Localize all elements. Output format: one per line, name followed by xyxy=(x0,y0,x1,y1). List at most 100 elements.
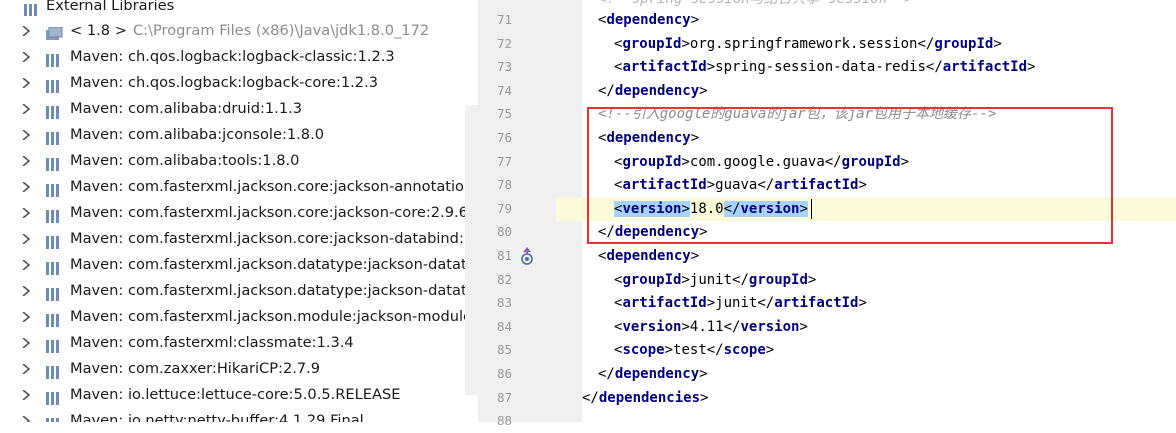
xml-tag: groupId xyxy=(622,35,682,52)
tree-label: Maven: com.fasterxml:classmate:1.3.4 xyxy=(70,334,354,351)
line-number: 86 xyxy=(496,366,512,381)
xml-value: org.springframework.session xyxy=(689,35,918,52)
library-icon xyxy=(46,50,63,67)
code-line-84[interactable]: <version>4.11</version> xyxy=(614,315,808,339)
code-line-72[interactable]: <groupId>org.springframework.session</gr… xyxy=(614,32,1002,56)
chevron-right-icon[interactable] xyxy=(20,356,34,382)
line-number: 79 xyxy=(496,200,512,216)
line-number: 78 xyxy=(496,177,512,193)
chevron-right-icon[interactable] xyxy=(20,44,34,70)
xml-tag: groupId xyxy=(934,35,994,52)
library-icon xyxy=(46,414,63,422)
library-icon xyxy=(46,180,63,197)
line-number: 82 xyxy=(496,271,512,287)
chevron-right-icon[interactable] xyxy=(20,330,34,356)
library-icon xyxy=(46,362,63,379)
xml-tag: artifactId xyxy=(622,295,707,312)
tree-scrollbar[interactable] xyxy=(465,105,478,395)
xml-tag: dependencies xyxy=(598,389,701,406)
xml-tag: scope xyxy=(723,342,766,359)
code-line-81[interactable]: <dependency> xyxy=(598,244,699,268)
chevron-right-icon[interactable] xyxy=(20,96,34,122)
library-icon xyxy=(46,102,63,119)
jdk-path: C:\Program Files (x86)\Java\jdk1.8.0_172 xyxy=(132,22,430,39)
library-icon xyxy=(46,232,63,249)
highlight-box xyxy=(587,107,1113,244)
xml-tag: dependency xyxy=(606,12,691,28)
xml-tag: groupId xyxy=(748,271,808,288)
line-number: 88 xyxy=(496,413,512,429)
xml-value: 4.11 xyxy=(689,318,724,335)
tree-label: Maven: com.alibaba:druid:1.1.3 xyxy=(70,100,303,117)
library-icon xyxy=(46,206,63,223)
line-number: 75 xyxy=(496,106,512,122)
chevron-right-icon[interactable] xyxy=(20,18,34,44)
xml-tag: artifactId xyxy=(622,59,707,76)
line-number: 84 xyxy=(496,318,512,334)
jdk-icon xyxy=(46,24,63,40)
chevron-right-icon[interactable] xyxy=(20,148,34,174)
tree-label: Maven: io.netty:netty-buffer:4.1.29.Fina… xyxy=(70,412,364,422)
line-number: 71 xyxy=(496,12,512,27)
chevron-right-icon[interactable] xyxy=(20,174,34,200)
chevron-right-icon[interactable] xyxy=(20,122,34,148)
xml-tag: dependency xyxy=(614,366,700,382)
chevron-right-icon[interactable] xyxy=(20,70,34,96)
line-number: 80 xyxy=(496,224,512,240)
tree-label: Maven: com.alibaba:jconsole:1.8.0 xyxy=(70,126,325,143)
jdk-version: < 1.8 > xyxy=(70,22,127,39)
library-icon xyxy=(46,154,63,171)
xml-value: test xyxy=(673,342,707,359)
xml-tag: artifactId xyxy=(942,59,1028,76)
library-icon xyxy=(46,128,63,145)
library-icon xyxy=(46,388,63,405)
chevron-right-icon[interactable] xyxy=(20,252,34,278)
code-line-86[interactable]: </dependency> xyxy=(598,362,708,386)
code-line-85[interactable]: <scope>test</scope> xyxy=(614,338,774,362)
tree-label: Maven: com.fasterxml.jackson.core:jackso… xyxy=(70,178,478,195)
xml-tag: groupId xyxy=(622,271,682,288)
xml-tag: artifactId xyxy=(774,295,859,312)
library-icon xyxy=(46,76,63,93)
code-line-73[interactable]: <artifactId>spring-session-data-redis</a… xyxy=(614,55,1035,79)
tree-label: Maven: com.fasterxml.jackson.module:jack… xyxy=(70,308,478,325)
tree-label: Maven: com.alibaba:tools:1.8.0 xyxy=(70,152,300,169)
line-number: 73 xyxy=(496,59,512,75)
code-line-82[interactable]: <groupId>junit</groupId> xyxy=(614,268,816,292)
project-tree: External Libraries < 1.8 > C:\Program Fil… xyxy=(0,0,478,422)
chevron-right-icon[interactable] xyxy=(20,226,34,252)
code-line-74[interactable]: </dependency> xyxy=(598,79,708,103)
library-icon xyxy=(24,0,41,16)
line-number: 85 xyxy=(496,342,512,358)
tree-label: Maven: com.fasterxml.jackson.datatype:ja… xyxy=(70,256,478,273)
chevron-right-icon[interactable] xyxy=(20,382,34,408)
tree-label: Maven: ch.qos.logback:logback-core:1.2.3 xyxy=(70,74,379,91)
line-number: 74 xyxy=(496,82,512,98)
line-number: 81 xyxy=(496,248,512,263)
code-line-83[interactable]: <artifactId>junit</artifactId> xyxy=(614,291,867,315)
chevron-right-icon[interactable] xyxy=(20,408,34,422)
xml-value: junit xyxy=(689,271,733,288)
override-marker-icon[interactable] xyxy=(518,245,536,267)
chevron-right-icon[interactable] xyxy=(20,200,34,226)
line-number: 72 xyxy=(496,35,512,51)
text-caret xyxy=(811,199,812,219)
xml-value: spring-session-data-redis xyxy=(715,59,926,76)
library-icon xyxy=(46,336,63,353)
tree-label: Maven: com.fasterxml.jackson.datatype:ja… xyxy=(70,282,478,299)
line-number: 83 xyxy=(496,295,512,311)
xml-tag: version xyxy=(622,318,682,335)
xml-tag: dependency xyxy=(606,248,691,264)
tree-label: Maven: com.fasterxml.jackson.core:jackso… xyxy=(70,230,478,247)
code-line-71[interactable]: <dependency> xyxy=(598,8,699,32)
code-line-87[interactable]: </dependencies> xyxy=(582,386,708,410)
line-number: 76 xyxy=(496,130,512,145)
tree-label: Maven: com.zaxxer:HikariCP:2.7.9 xyxy=(70,360,321,377)
xml-tag: dependency xyxy=(614,82,700,99)
library-icon xyxy=(46,258,63,275)
xml-tag: scope xyxy=(622,342,665,359)
chevron-right-icon[interactable] xyxy=(20,304,34,330)
library-icon xyxy=(46,284,63,301)
chevron-right-icon[interactable] xyxy=(20,278,34,304)
line-number: 77 xyxy=(496,153,512,169)
